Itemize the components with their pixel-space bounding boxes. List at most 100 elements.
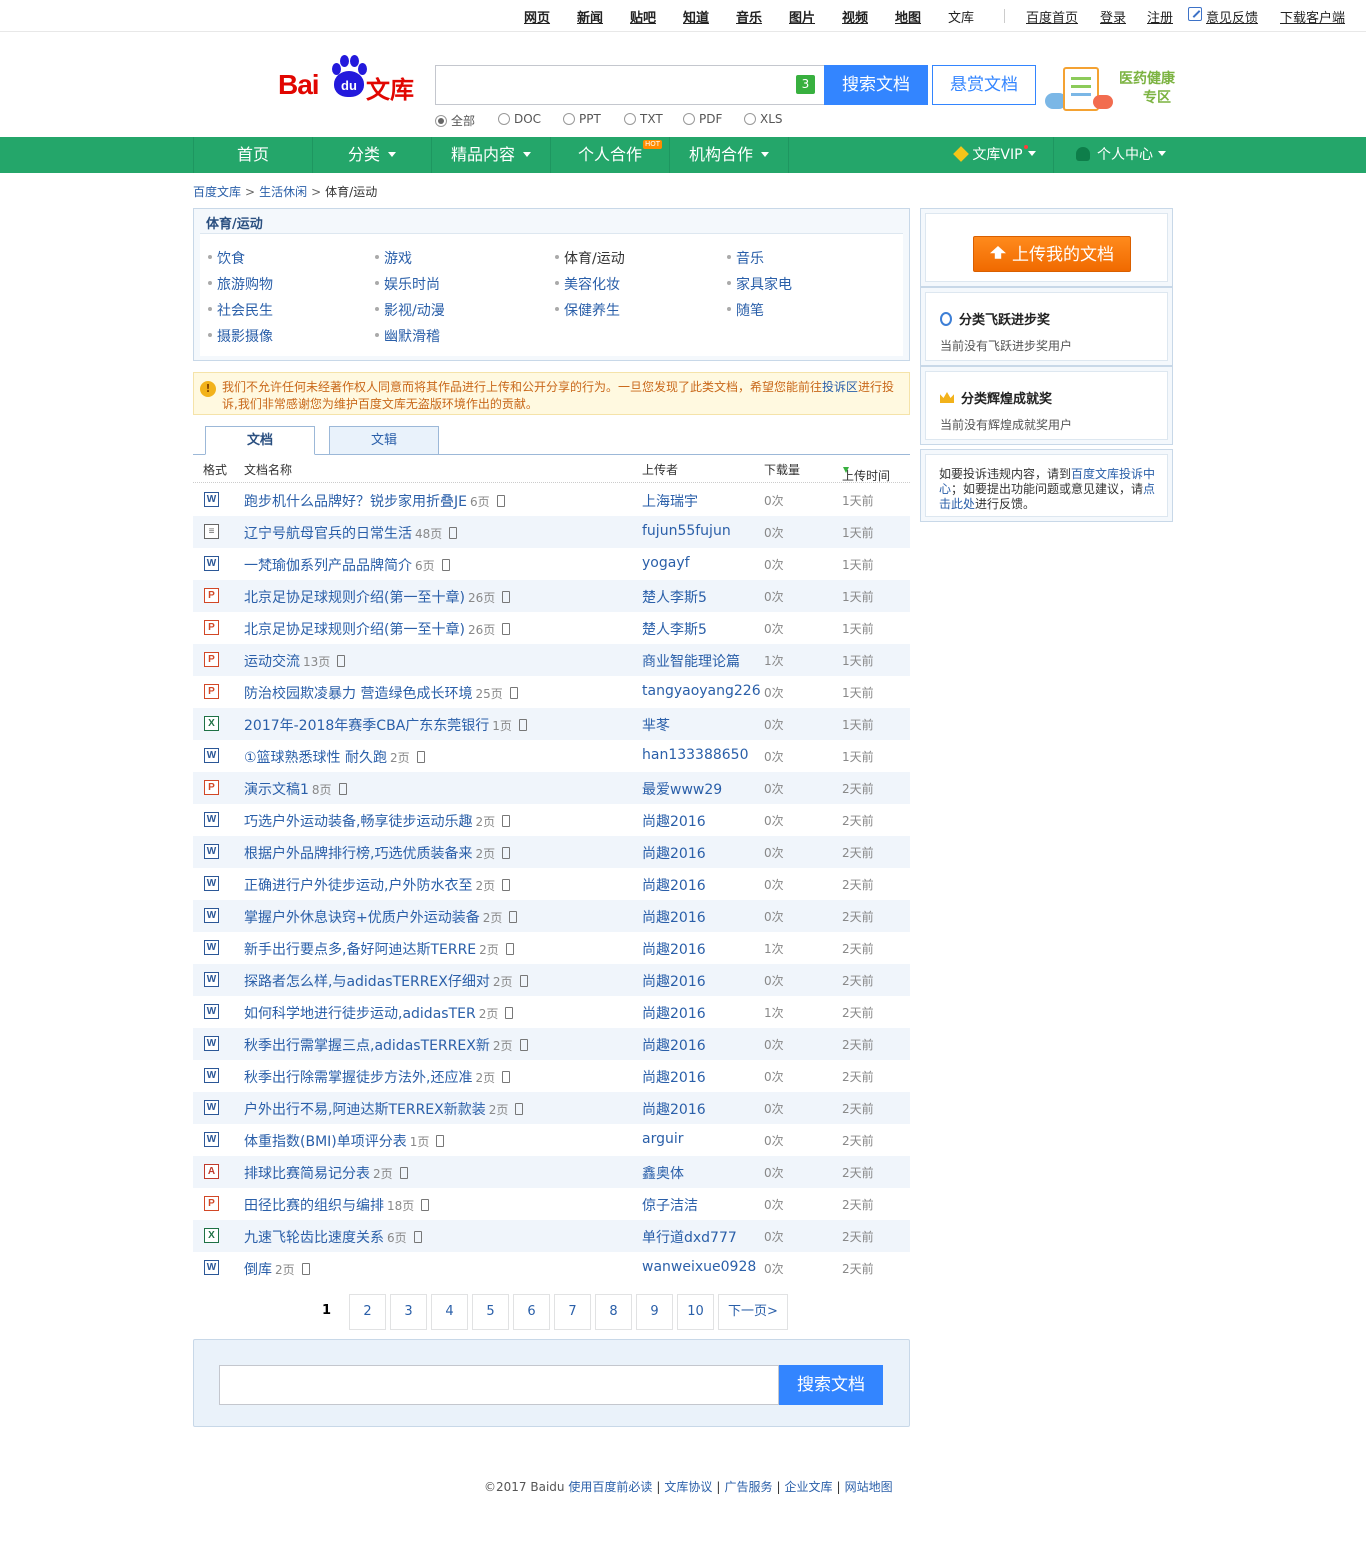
feedback-link[interactable]: 意见反馈 [1206,7,1258,26]
doc-title-link[interactable]: 辽宁号航母官兵的日常生活 [244,526,412,542]
footer-link[interactable]: 文库协议 [664,1480,712,1494]
doc-title-link[interactable]: ①篮球熟悉球性 耐久跑 [244,750,387,766]
top-link-music[interactable]: 音乐 [736,7,762,26]
doc-title-link[interactable]: 秋季出行除需掌握徒步方法外,还应准 [244,1070,472,1086]
footer-link[interactable]: 广告服务 [724,1480,772,1494]
baidu-home-link[interactable]: 百度首页 [1026,7,1078,26]
uploader-link[interactable]: 尚趣2016 [642,875,706,895]
category-item[interactable]: 社会民生 [208,300,273,320]
uploader-link[interactable]: 尚趣2016 [642,1003,706,1023]
filter-txt[interactable]: TXT [624,112,663,126]
doc-title-link[interactable]: 正确进行户外徒步运动,户外防水衣至 [244,878,472,894]
doc-title-link[interactable]: 体重指数(BMI)单项评分表 [244,1134,407,1150]
upload-document-button[interactable]: 上传我的文档 [973,236,1131,272]
page-link[interactable]: 3 [390,1294,427,1330]
doc-title-link[interactable]: 田径比赛的组织与编排 [244,1198,384,1214]
filter-pdf[interactable]: PDF [683,112,722,126]
nav-home[interactable]: 首页 [194,137,312,173]
top-link-web[interactable]: 网页 [524,7,550,26]
bottom-search-input[interactable] [219,1365,779,1405]
top-link-zhidao[interactable]: 知道 [683,7,709,26]
uploader-link[interactable]: tangyaoyang226 [642,683,761,699]
uploader-link[interactable]: 鑫奥体 [642,1163,684,1183]
top-link-map[interactable]: 地图 [895,7,921,26]
nav-user-center[interactable]: 个人中心 [1054,137,1188,173]
uploader-link[interactable]: 尚趣2016 [642,1099,706,1119]
category-item[interactable]: 美容化妆 [555,274,620,294]
bottom-search-button[interactable]: 搜索文档 [779,1365,883,1405]
doc-title-link[interactable]: 如何科学地进行徒步运动,adidasTER [244,1006,476,1022]
filter-xls[interactable]: XLS [744,112,783,126]
category-item[interactable]: 娱乐时尚 [375,274,440,294]
login-link[interactable]: 登录 [1100,7,1126,26]
uploader-link[interactable]: yogayf [642,555,690,571]
download-client-link[interactable]: 下载客户端 [1280,7,1345,26]
top-link-tieba[interactable]: 贴吧 [630,7,656,26]
next-page-link[interactable]: 下一页> [718,1294,788,1330]
filter-all[interactable]: 全部 [435,112,475,129]
doc-title-link[interactable]: 排球比赛简易记分表 [244,1166,370,1182]
uploader-link[interactable]: 尚趣2016 [642,843,706,863]
page-link[interactable]: 7 [554,1294,591,1330]
uploader-link[interactable]: 尚趣2016 [642,1035,706,1055]
medical-health-promo[interactable]: 医药健康 专区 [1045,65,1175,115]
page-link[interactable]: 10 [677,1294,714,1330]
uploader-link[interactable]: fujun55fujun [642,523,731,539]
search-docs-button[interactable]: 搜索文档 [824,65,928,105]
uploader-link[interactable]: 尚趣2016 [642,811,706,831]
uploader-link[interactable]: 尚趣2016 [642,939,706,959]
uploader-link[interactable]: arguir [642,1131,684,1147]
doc-title-link[interactable]: 跑步机什么品牌好？锐步家用折叠JE [244,494,467,510]
doc-title-link[interactable]: 户外出行不易,阿迪达斯TERREX新款装 [244,1102,486,1118]
doc-title-link[interactable]: 演示文稿1 [244,782,309,798]
doc-title-link[interactable]: 倒库 [244,1262,272,1278]
uploader-link[interactable]: han133388650 [642,747,749,763]
uploader-link[interactable]: 倞子洁洁 [642,1195,698,1215]
baidu-wenku-logo[interactable]: Bai du 文库 [278,55,418,107]
nav-category[interactable]: 分类 [313,137,431,173]
uploader-link[interactable]: 尚趣2016 [642,971,706,991]
top-link-video[interactable]: 视频 [842,7,868,26]
page-link[interactable]: 9 [636,1294,673,1330]
page-link[interactable]: 4 [431,1294,468,1330]
page-link[interactable]: 6 [513,1294,550,1330]
uploader-link[interactable]: 最爱www29 [642,779,722,799]
tab-documents[interactable]: 文档 [205,426,315,455]
category-item[interactable]: 家具家电 [727,274,792,294]
footer-link[interactable]: 企业文库 [785,1480,833,1494]
category-item[interactable]: 幽默滑稽 [375,326,440,346]
page-link[interactable]: 2 [349,1294,386,1330]
uploader-link[interactable]: 尚趣2016 [642,1067,706,1087]
register-link[interactable]: 注册 [1147,7,1173,26]
nav-org-coop[interactable]: 机构合作 [670,137,788,173]
footer-link[interactable]: 网站地图 [845,1480,893,1494]
doc-title-link[interactable]: 防治校园欺凌暴力 营造绿色成长环境 [244,686,472,702]
uploader-link[interactable]: 尚趣2016 [642,907,706,927]
doc-title-link[interactable]: 北京足协足球规则介绍(第一至十章) [244,622,465,638]
page-link[interactable]: 5 [472,1294,509,1330]
page-link[interactable]: 8 [595,1294,632,1330]
nav-premium[interactable]: 精品内容 [432,137,550,173]
uploader-link[interactable]: 楚人李斯5 [642,587,707,607]
doc-title-link[interactable]: 九速飞轮齿比速度关系 [244,1230,384,1246]
category-item[interactable]: 音乐 [727,248,764,268]
uploader-link[interactable]: 楚人李斯5 [642,619,707,639]
complaint-area-link[interactable]: 投诉区 [822,380,858,394]
col-downloads[interactable]: 下载量 [764,461,800,478]
doc-title-link[interactable]: 北京足协足球规则介绍(第一至十章) [244,590,465,606]
breadcrumb-home[interactable]: 百度文库 [193,185,241,199]
category-item[interactable]: 随笔 [727,300,764,320]
top-link-images[interactable]: 图片 [789,7,815,26]
category-item[interactable]: 保健养生 [555,300,620,320]
uploader-link[interactable]: wanweixue0928 [642,1259,756,1275]
search-input[interactable] [435,65,824,105]
uploader-link[interactable]: 单行道dxd777 [642,1227,737,1247]
doc-title-link[interactable]: 掌握户外休息诀窍+优质户外运动装备 [244,910,480,926]
category-item[interactable]: 影视/动漫 [375,300,445,320]
filter-doc[interactable]: DOC [498,112,541,126]
doc-title-link[interactable]: 新手出行要点多,备好阿迪达斯TERRE [244,942,476,958]
doc-title-link[interactable]: 一梵瑜伽系列产品品牌简介 [244,558,412,574]
doc-title-link[interactable]: 运动交流 [244,654,300,670]
uploader-link[interactable]: 商业智能理论篇 [642,651,740,671]
tab-collections[interactable]: 文辑 [329,426,439,455]
